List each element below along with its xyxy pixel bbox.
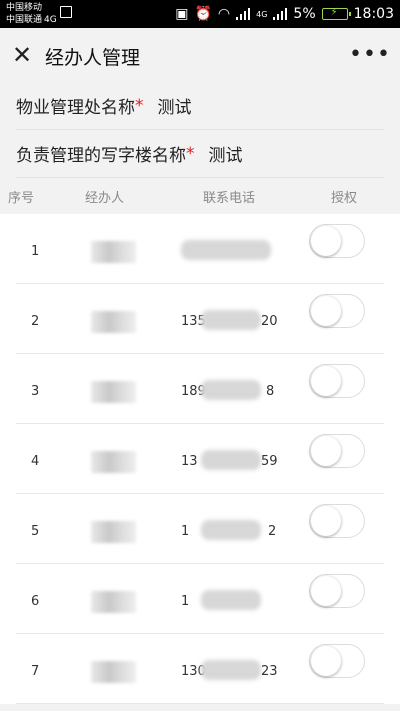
header-auth: 授权	[331, 191, 358, 206]
table-row: 1	[16, 214, 384, 284]
table-row: 6 1	[16, 564, 384, 634]
authorize-toggle[interactable]	[309, 294, 365, 328]
row-index: 1	[31, 244, 40, 259]
authorize-toggle[interactable]	[309, 224, 365, 258]
info-section: 物业管理处名称 * 测试 负责管理的写字楼名称 * 测试	[0, 82, 400, 178]
signal-icon-2	[273, 8, 288, 20]
header-phone: 联系电话	[203, 191, 256, 206]
agent-name-redacted	[91, 661, 136, 683]
phone-prefix: 13	[181, 454, 198, 469]
agent-table: 1 2 135 20 3 189 8 4 13 59 5 1 2 6 1 7 1…	[0, 214, 400, 704]
building-label: 负责管理的写字楼名称	[16, 146, 186, 166]
phone-suffix: 23	[261, 664, 278, 679]
info-row-office: 物业管理处名称 * 测试	[16, 82, 384, 130]
image-notification-icon	[60, 6, 72, 18]
phone-suffix: 59	[261, 454, 278, 469]
phone-redacted	[201, 520, 261, 540]
agent-name-redacted	[91, 311, 136, 333]
row-index: 5	[31, 524, 40, 539]
phone-suffix: 2	[268, 524, 277, 539]
header-index: 序号	[8, 191, 35, 206]
more-icon[interactable]: •••	[349, 42, 390, 67]
clock: 18:03	[353, 6, 394, 22]
office-label: 物业管理处名称	[16, 98, 135, 118]
carrier-1: 中国移动	[6, 3, 43, 13]
carrier-2-net: 4G	[44, 15, 57, 25]
required-mark: *	[135, 95, 144, 116]
phone-prefix: 1	[181, 524, 190, 539]
authorize-toggle[interactable]	[309, 574, 365, 608]
battery-percent: 5%	[293, 6, 316, 22]
battery-icon: ⚡	[321, 7, 351, 20]
phone-suffix: 8	[266, 384, 275, 399]
agent-name-redacted	[91, 451, 136, 473]
agent-name-redacted	[91, 591, 136, 613]
signal-icon	[236, 8, 251, 20]
authorize-toggle[interactable]	[309, 504, 365, 538]
authorize-toggle[interactable]	[309, 364, 365, 398]
wifi-icon: ◠	[217, 6, 231, 22]
row-index: 7	[31, 664, 40, 679]
network-type: 4G	[256, 9, 268, 19]
phone-redacted	[201, 380, 261, 400]
agent-name-redacted	[91, 241, 136, 263]
table-row: 4 13 59	[16, 424, 384, 494]
title-bar: ✕ 经办人管理 •••	[0, 28, 400, 82]
close-icon[interactable]: ✕	[10, 41, 34, 69]
office-value: 测试	[157, 98, 192, 118]
required-mark: *	[186, 143, 195, 164]
row-index: 6	[31, 594, 40, 609]
authorize-toggle[interactable]	[309, 434, 365, 468]
row-index: 3	[31, 384, 40, 399]
phone-redacted	[201, 450, 261, 470]
phone-redacted	[181, 240, 271, 260]
header-agent: 经办人	[85, 191, 125, 206]
authorize-toggle[interactable]	[309, 644, 365, 678]
carrier-info: 中国移动 中国联通 4G	[6, 2, 57, 26]
info-row-building: 负责管理的写字楼名称 * 测试	[16, 130, 384, 178]
table-header: 序号 经办人 联系电话 授权	[0, 178, 400, 214]
vibrate-icon: ▣	[175, 6, 189, 22]
row-index: 2	[31, 314, 40, 329]
phone-redacted	[201, 660, 261, 680]
page-title: 经办人管理	[45, 47, 141, 69]
status-bar: 中国移动 中国联通 4G ▣ ⏰ ◠ 4G 5% ⚡ 18:03	[0, 0, 400, 28]
agent-name-redacted	[91, 521, 136, 543]
table-row: 7 130 23	[16, 634, 384, 704]
phone-redacted	[201, 310, 261, 330]
carrier-2: 中国联通	[6, 15, 43, 25]
table-row: 3 189 8	[16, 354, 384, 424]
building-value: 测试	[208, 146, 243, 166]
phone-redacted	[201, 590, 261, 610]
agent-name-redacted	[91, 381, 136, 403]
phone-prefix: 1	[181, 594, 190, 609]
alarm-icon: ⏰	[194, 6, 212, 22]
row-index: 4	[31, 454, 40, 469]
phone-suffix: 20	[261, 314, 278, 329]
table-row: 5 1 2	[16, 494, 384, 564]
table-row: 2 135 20	[16, 284, 384, 354]
